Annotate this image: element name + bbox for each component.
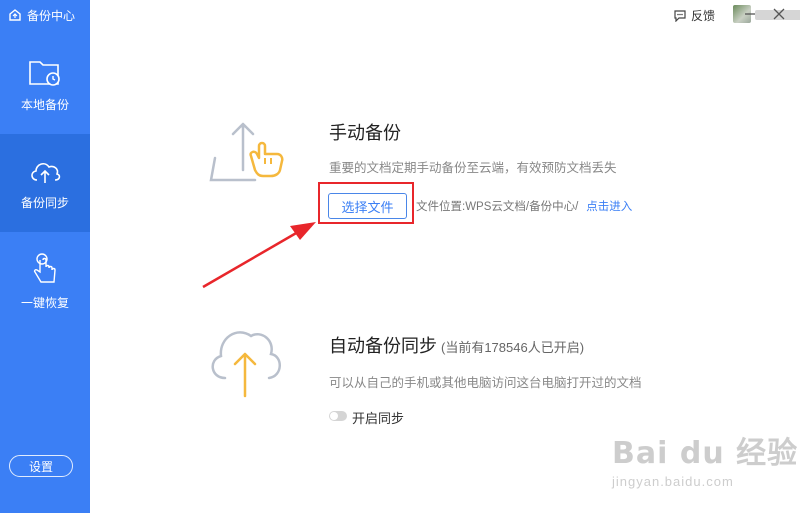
sync-toggle-label[interactable]: 开启同步: [352, 408, 404, 427]
baidu-watermark: Bai du 经验 jingyan.baidu.com: [612, 428, 799, 489]
auto-sync-description: 可以从自己的手机或其他电脑访问这台电脑打开过的文档: [329, 376, 642, 390]
sync-toggle[interactable]: [329, 411, 347, 421]
watermark-url: jingyan.baidu.com: [612, 474, 734, 489]
auto-sync-title-text: 自动备份同步: [329, 336, 437, 356]
watermark-main: Bai du 经验: [612, 436, 799, 471]
auto-sync-user-count: (当前有178546人已开启): [441, 340, 585, 355]
auto-sync-title: 自动备份同步 (当前有178546人已开启): [329, 332, 584, 358]
cloud-sync-illustration: [211, 331, 281, 398]
